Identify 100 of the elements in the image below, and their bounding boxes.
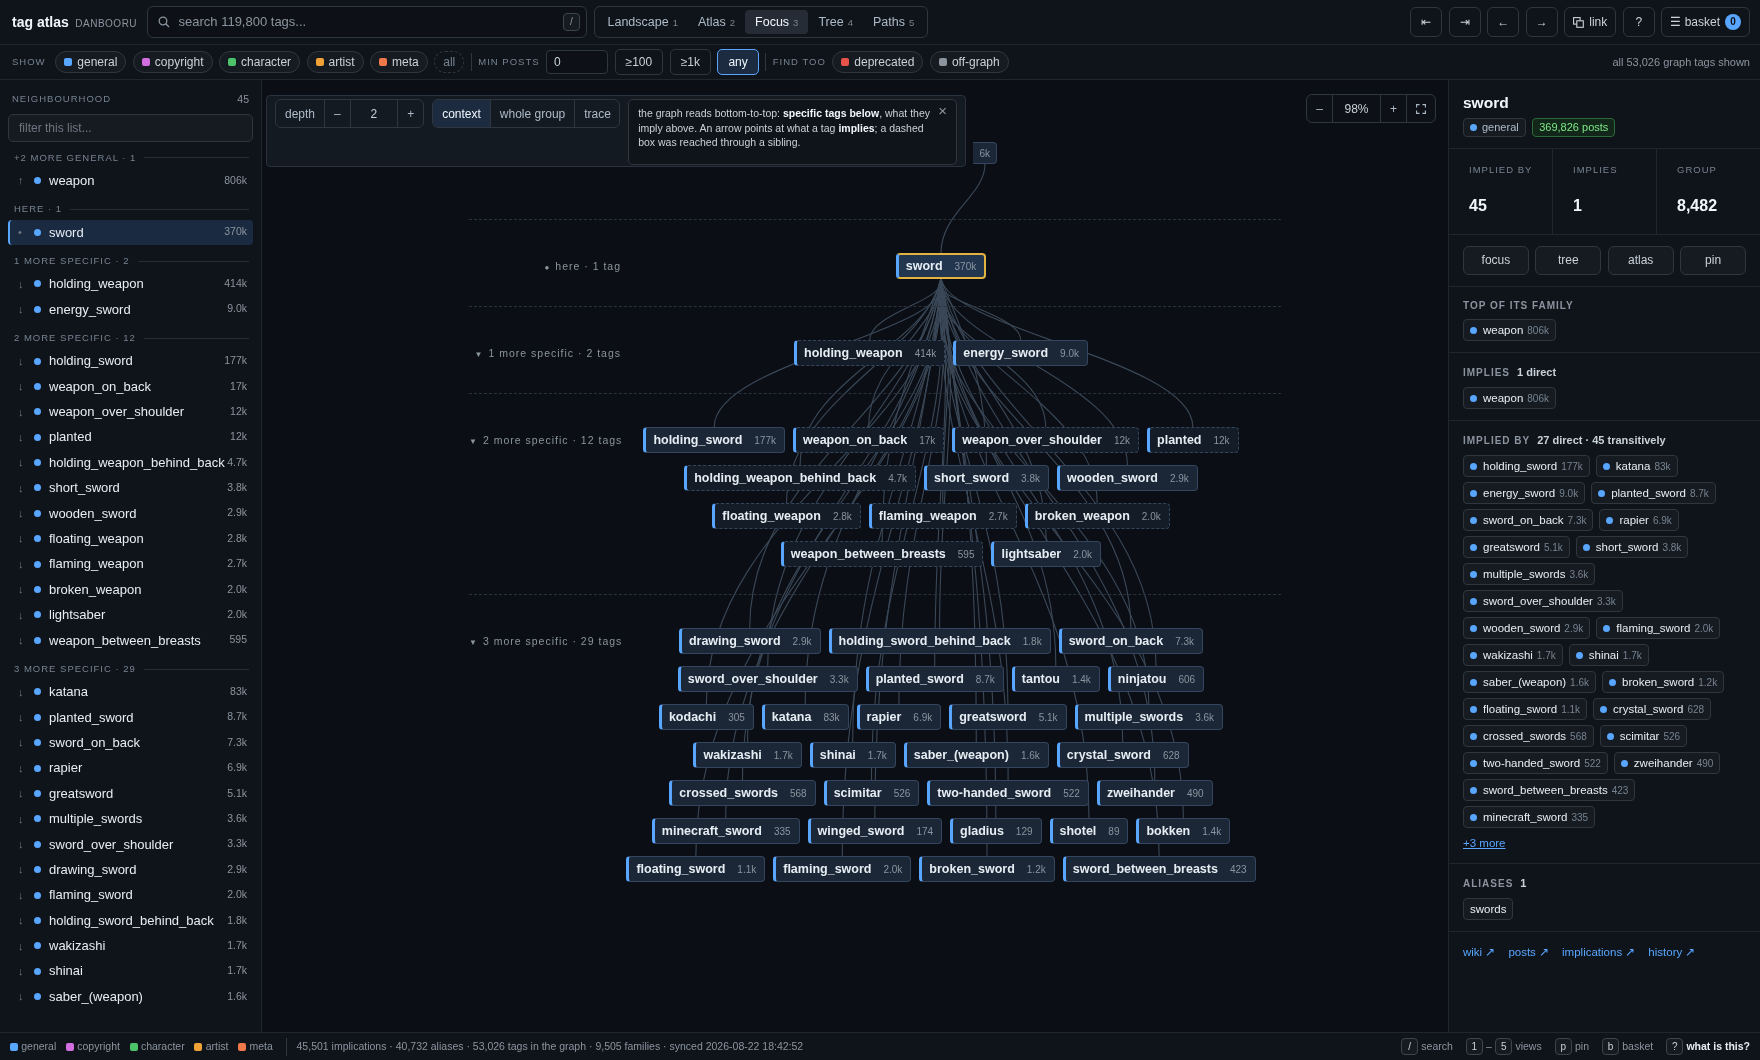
tag-chip[interactable]: wakizashi 1.7k [1463, 644, 1563, 667]
close-button[interactable]: × [935, 103, 950, 120]
threshold-button[interactable]: ≥100 [614, 49, 664, 75]
tag-node[interactable]: floating_weapon 2.8k [712, 503, 861, 529]
tag-node[interactable]: sword_over_shoulder 3.3k [677, 666, 858, 692]
tag-list-item[interactable]: ↓ weapon_over_shoulder 12k [8, 399, 253, 425]
increase-button[interactable]: + [398, 100, 424, 127]
tag-node[interactable]: broken_weapon 2.0k [1024, 503, 1170, 529]
tag-chip[interactable]: scimitar 526 [1599, 725, 1688, 748]
tag-list-item[interactable]: ↓ katana 83k [8, 679, 253, 705]
tag-chip[interactable]: short_sword 3.8k [1575, 536, 1689, 559]
tag-chip[interactable]: shinai 1.7k [1568, 644, 1649, 667]
action-button[interactable]: tree [1535, 245, 1602, 275]
threshold-button[interactable]: any [717, 49, 759, 75]
action-button[interactable]: atlas [1607, 245, 1674, 275]
tag-node[interactable]: planted_sword 8.7k [865, 666, 1004, 692]
tag-chip[interactable]: sword_between_breasts 423 [1463, 779, 1636, 802]
tag-node[interactable]: multiple_swords 3.6k [1074, 704, 1224, 730]
category-chip[interactable]: general [55, 51, 127, 73]
tag-node[interactable]: katana 83k [761, 704, 849, 730]
tag-node[interactable]: floating_sword 1.1k [626, 856, 766, 882]
view-tab[interactable]: Focus 3 [745, 10, 809, 34]
tag-node[interactable]: weapon_on_back 17k [792, 427, 945, 453]
zoom-out-button[interactable]: – [1307, 95, 1333, 122]
tag-list-item[interactable]: ↓ greatsword 5.1k [8, 780, 253, 807]
tag-list-item[interactable]: ↓ multiple_swords 3.6k [8, 806, 253, 832]
toolbar-button[interactable]: ⇥ [1448, 7, 1481, 37]
alias-chip[interactable]: swords [1463, 898, 1514, 921]
tag-node[interactable]: broken_sword 1.2k [919, 856, 1055, 882]
tag-list-item[interactable]: ↓ saber_(weapon) 1.6k [8, 983, 253, 1010]
tag-chip[interactable]: flaming_sword 2.0k [1596, 617, 1721, 640]
tag-node[interactable]: 6k [973, 142, 997, 164]
link-button[interactable]: link [1564, 7, 1617, 37]
tag-node[interactable]: sword 370k [895, 253, 987, 279]
tag-chip[interactable]: energy_sword 9.0k [1463, 482, 1586, 505]
zoom-in-button[interactable]: + [1381, 95, 1407, 122]
tag-node[interactable]: energy_sword 9.0k [953, 340, 1088, 366]
filter-field[interactable]: filter this list... [8, 113, 253, 142]
tag-chip[interactable]: multiple_swords 3.6k [1463, 563, 1596, 586]
tag-list-item[interactable]: ↓ rapier 6.9k [8, 755, 253, 781]
tag-chip[interactable]: saber_(weapon) 1.6k [1463, 671, 1596, 694]
tag-chip[interactable]: sword_over_shoulder 3.3k [1463, 590, 1623, 613]
tag-list-item[interactable]: ↓ holding_weapon_behind_back 4.7k [8, 449, 253, 476]
tag-list-item[interactable]: ↓ holding_weapon 414k [8, 271, 253, 297]
layer-marker[interactable]: ▼ [469, 437, 478, 446]
category-chip[interactable]: character [219, 51, 301, 73]
tag-node[interactable]: crystal_sword 628 [1056, 742, 1189, 768]
tag-node[interactable]: two-handed_sword 522 [927, 780, 1089, 806]
tag-chip[interactable]: greatsword 5.1k [1463, 536, 1570, 559]
tag-node[interactable]: winged_sword 174 [807, 818, 943, 844]
tag-list-item[interactable]: ↓ broken_weapon 2.0k [8, 576, 253, 603]
view-tab[interactable]: Tree 4 [808, 10, 863, 34]
tag-chip[interactable]: rapier 6.9k [1599, 509, 1679, 532]
action-button[interactable]: focus [1463, 245, 1529, 275]
tag-list-item[interactable]: ↑ weapon 806k [8, 168, 253, 194]
tag-node[interactable]: zweihander 490 [1096, 780, 1213, 806]
tag-chip[interactable]: floating_sword 1.1k [1463, 698, 1588, 721]
tag-node[interactable]: crossed_swords 568 [669, 780, 816, 806]
tag-node[interactable]: gladius 129 [950, 818, 1042, 844]
tag-list-item[interactable]: ↓ holding_sword 177k [8, 348, 253, 374]
tag-list-item[interactable]: ↓ weapon_between_breasts 595 [8, 627, 253, 653]
more-link[interactable]: +3 more [1463, 834, 1506, 852]
category-chip[interactable]: deprecated [832, 51, 924, 73]
tag-node[interactable]: holding_sword_behind_back 1.8k [828, 628, 1051, 654]
view-tab[interactable]: Paths 5 [862, 10, 925, 34]
tag-chip[interactable]: wooden_sword 2.9k [1463, 617, 1591, 640]
tag-list-item[interactable]: ↓ short_sword 3.8k [8, 475, 253, 501]
tag-node[interactable]: weapon_between_breasts 595 [780, 541, 984, 567]
toolbar-button[interactable]: ← [1487, 7, 1520, 37]
toolbar-button[interactable]: ⇤ [1410, 7, 1443, 37]
tag-node[interactable]: lightsaber 2.0k [991, 541, 1102, 567]
tag-node[interactable]: planted 12k [1147, 427, 1239, 453]
tag-node[interactable]: sword_on_back 7.3k [1058, 628, 1204, 654]
category-chip[interactable]: artist [306, 51, 364, 73]
category-chip[interactable]: copyright [132, 51, 213, 73]
tag-node[interactable]: greatsword 5.1k [949, 704, 1067, 730]
tag-chip[interactable]: weapon 806k [1463, 319, 1556, 342]
mode-tab[interactable]: trace [575, 100, 620, 127]
tag-list-item[interactable]: ↓ shinai 1.7k [8, 958, 253, 984]
category-chip[interactable]: off-graph [929, 51, 1009, 73]
layer-marker[interactable]: ▼ [469, 638, 478, 647]
tag-list-item[interactable]: ↓ wooden_sword 2.9k [8, 500, 253, 527]
tag-node[interactable]: flaming_sword 2.0k [773, 856, 912, 882]
tag-node[interactable]: holding_weapon 414k [794, 340, 946, 366]
mode-tab[interactable]: whole group [490, 100, 576, 127]
tag-list-item[interactable]: ↓ lightsaber 2.0k [8, 602, 253, 628]
tag-chip[interactable]: zweihander 490 [1613, 752, 1721, 775]
tag-list-item[interactable]: ↓ wakizashi 1.7k [8, 933, 253, 959]
tag-node[interactable]: shinai 1.7k [809, 742, 896, 768]
tag-chip[interactable]: two-handed_sword 522 [1463, 752, 1608, 775]
tag-chip[interactable]: sword_on_back 7.3k [1463, 509, 1594, 532]
tag-list-item[interactable]: ↓ energy_sword 9.0k [8, 296, 253, 323]
view-tab[interactable]: Landscape 1 [597, 10, 688, 34]
tag-node[interactable]: wooden_sword 2.9k [1056, 465, 1198, 491]
external-link[interactable]: wiki ↗ [1463, 944, 1496, 962]
tag-node[interactable]: rapier 6.9k [856, 704, 942, 730]
tag-node[interactable]: flaming_weapon 2.7k [868, 503, 1017, 529]
tag-chip[interactable]: crossed_swords 568 [1463, 725, 1594, 748]
tag-chip[interactable]: katana 83k [1595, 455, 1678, 478]
tag-list-item[interactable]: ↓ planted_sword 8.7k [8, 704, 253, 731]
